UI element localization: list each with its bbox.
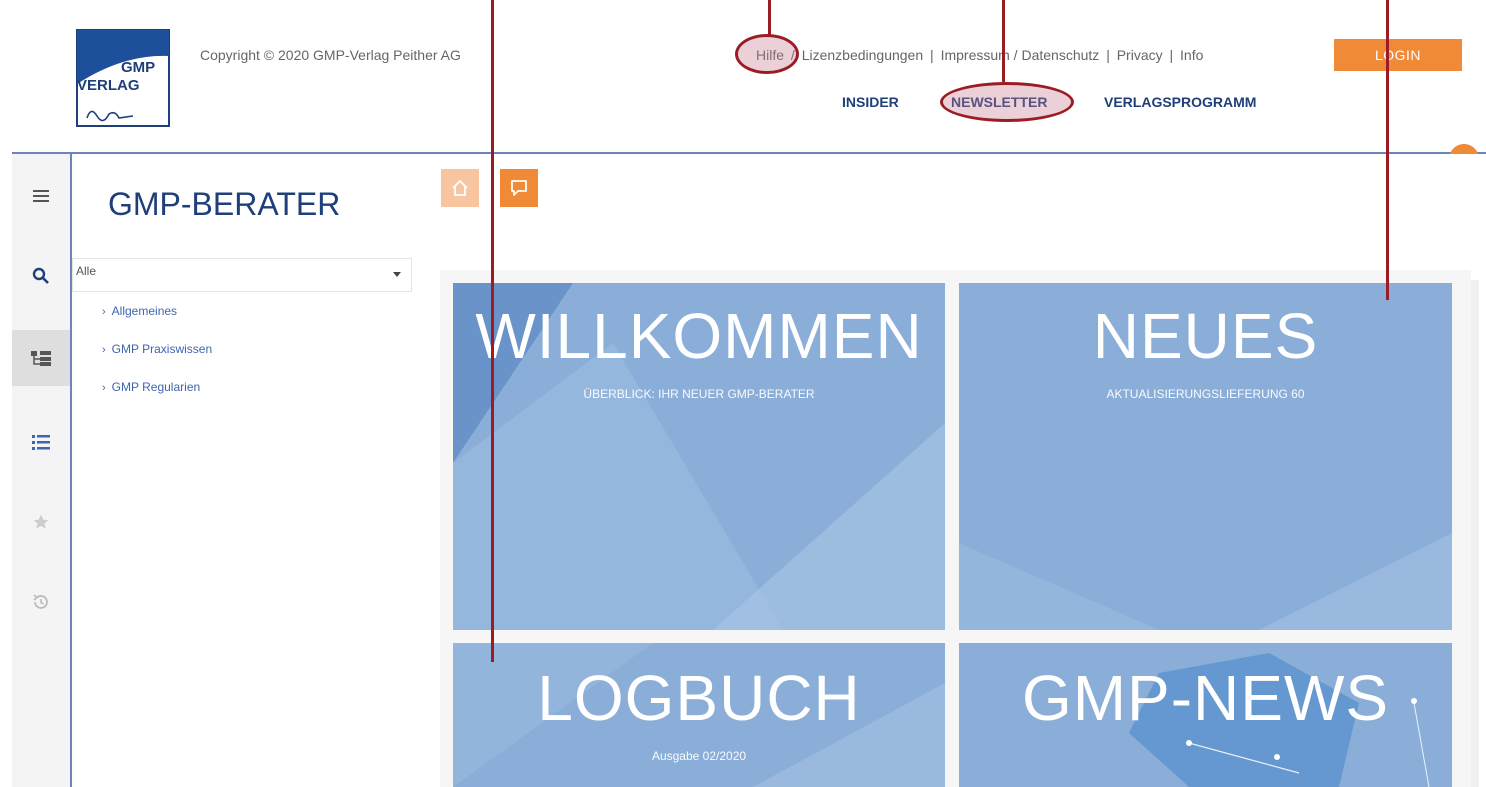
nav-verlagsprogramm[interactable]: VERLAGSPROGRAMM [1104, 94, 1256, 110]
rail-favorites[interactable] [12, 494, 70, 550]
login-button[interactable]: LOGIN [1334, 39, 1462, 71]
tile-neues[interactable]: NEUES AKTUALISIERUNGSLIEFERUNG 60 [959, 283, 1452, 630]
rail-tree[interactable] [12, 330, 70, 386]
scrollbar[interactable] [1471, 280, 1479, 787]
menu-icon [33, 190, 49, 202]
filter-select[interactable]: Alle [72, 258, 412, 292]
annotation-circle-newsletter [940, 82, 1074, 122]
tree-item-label: GMP Praxiswissen [111, 342, 213, 356]
tile-title: GMP-NEWS [1021, 662, 1390, 734]
chevron-right-icon: › [102, 306, 106, 318]
nav-insider[interactable]: INSIDER [842, 94, 899, 110]
annotation-circle-help [735, 34, 799, 74]
chevron-right-icon: › [102, 382, 106, 394]
link-separator: | [1106, 47, 1110, 63]
home-icon [452, 179, 468, 196]
logo-line2: VERLAG [77, 77, 140, 94]
tree-item-allgemeines[interactable]: › Allgemeines [102, 304, 177, 318]
history-icon [33, 594, 48, 609]
rail-history[interactable] [12, 574, 70, 630]
chat-icon [511, 180, 527, 196]
copyright-text: Copyright © 2020 GMP-Verlag Peither AG [200, 47, 461, 63]
logo-line1: GMP [121, 59, 155, 76]
tile-gmp-news[interactable]: GMP-NEWS [959, 643, 1452, 787]
annotation-pointer [491, 0, 494, 662]
rail-menu[interactable] [12, 168, 70, 224]
chevron-right-icon: › [102, 344, 106, 356]
imprint-privacy-link[interactable]: Impressum / Datenschutz [941, 47, 1100, 63]
tile-title: NEUES [1092, 300, 1319, 372]
annotation-pointer [768, 0, 771, 36]
tile-willkommen[interactable]: WILLKOMMEN ÜBERBLICK: IHR NEUER GMP-BERA… [453, 283, 945, 630]
annotation-pointer [1386, 0, 1389, 300]
tree-item-label: GMP Regularien [111, 380, 201, 394]
gmp-verlag-logo[interactable]: GMP VERLAG [73, 26, 173, 130]
star-icon [33, 514, 49, 529]
link-separator: | [930, 47, 934, 63]
tree-item-label: Allgemeines [111, 304, 178, 318]
top-links: Hilfe / Lizenzbedingungen | Impressum / … [756, 47, 1203, 63]
feedback-button[interactable] [500, 169, 538, 207]
license-link[interactable]: Lizenzbedingungen [802, 47, 923, 63]
privacy-link[interactable]: Privacy [1117, 47, 1163, 63]
rail-search[interactable] [12, 248, 70, 304]
tile-subtitle: AKTUALISIERUNGSLIEFERUNG 60 [1106, 387, 1305, 401]
tree-item-praxiswissen[interactable]: › GMP Praxiswissen [102, 342, 212, 356]
tile-logbuch[interactable]: LOGBUCH Ausgabe 02/2020 [453, 643, 945, 787]
info-link[interactable]: Info [1180, 47, 1203, 63]
search-icon [32, 267, 49, 284]
tree-item-regularien[interactable]: › GMP Regularien [102, 380, 200, 394]
tile-subtitle: Ausgabe 02/2020 [651, 749, 747, 763]
icon-rail [12, 154, 70, 787]
tile-title: WILLKOMMEN [475, 300, 923, 372]
rail-list[interactable] [12, 414, 70, 470]
caret-down-icon [393, 272, 401, 277]
tile-subtitle: ÜBERBLICK: IHR NEUER GMP-BERATER [583, 387, 815, 401]
tile-title: LOGBUCH [537, 662, 861, 734]
home-button[interactable] [441, 169, 479, 207]
header: GMP VERLAG Copyright © 2020 GMP-Verlag P… [0, 0, 1486, 152]
tree-panel: GMP-BERATER Alle › Allgemeines › GMP Praxi… [72, 154, 422, 787]
panel-title: GMP-BERATER [108, 186, 341, 222]
filter-value: Alle [76, 264, 97, 278]
tree-icon [31, 351, 51, 366]
annotation-pointer [1002, 0, 1005, 82]
list-icon [32, 435, 50, 450]
link-separator: | [1169, 47, 1174, 63]
